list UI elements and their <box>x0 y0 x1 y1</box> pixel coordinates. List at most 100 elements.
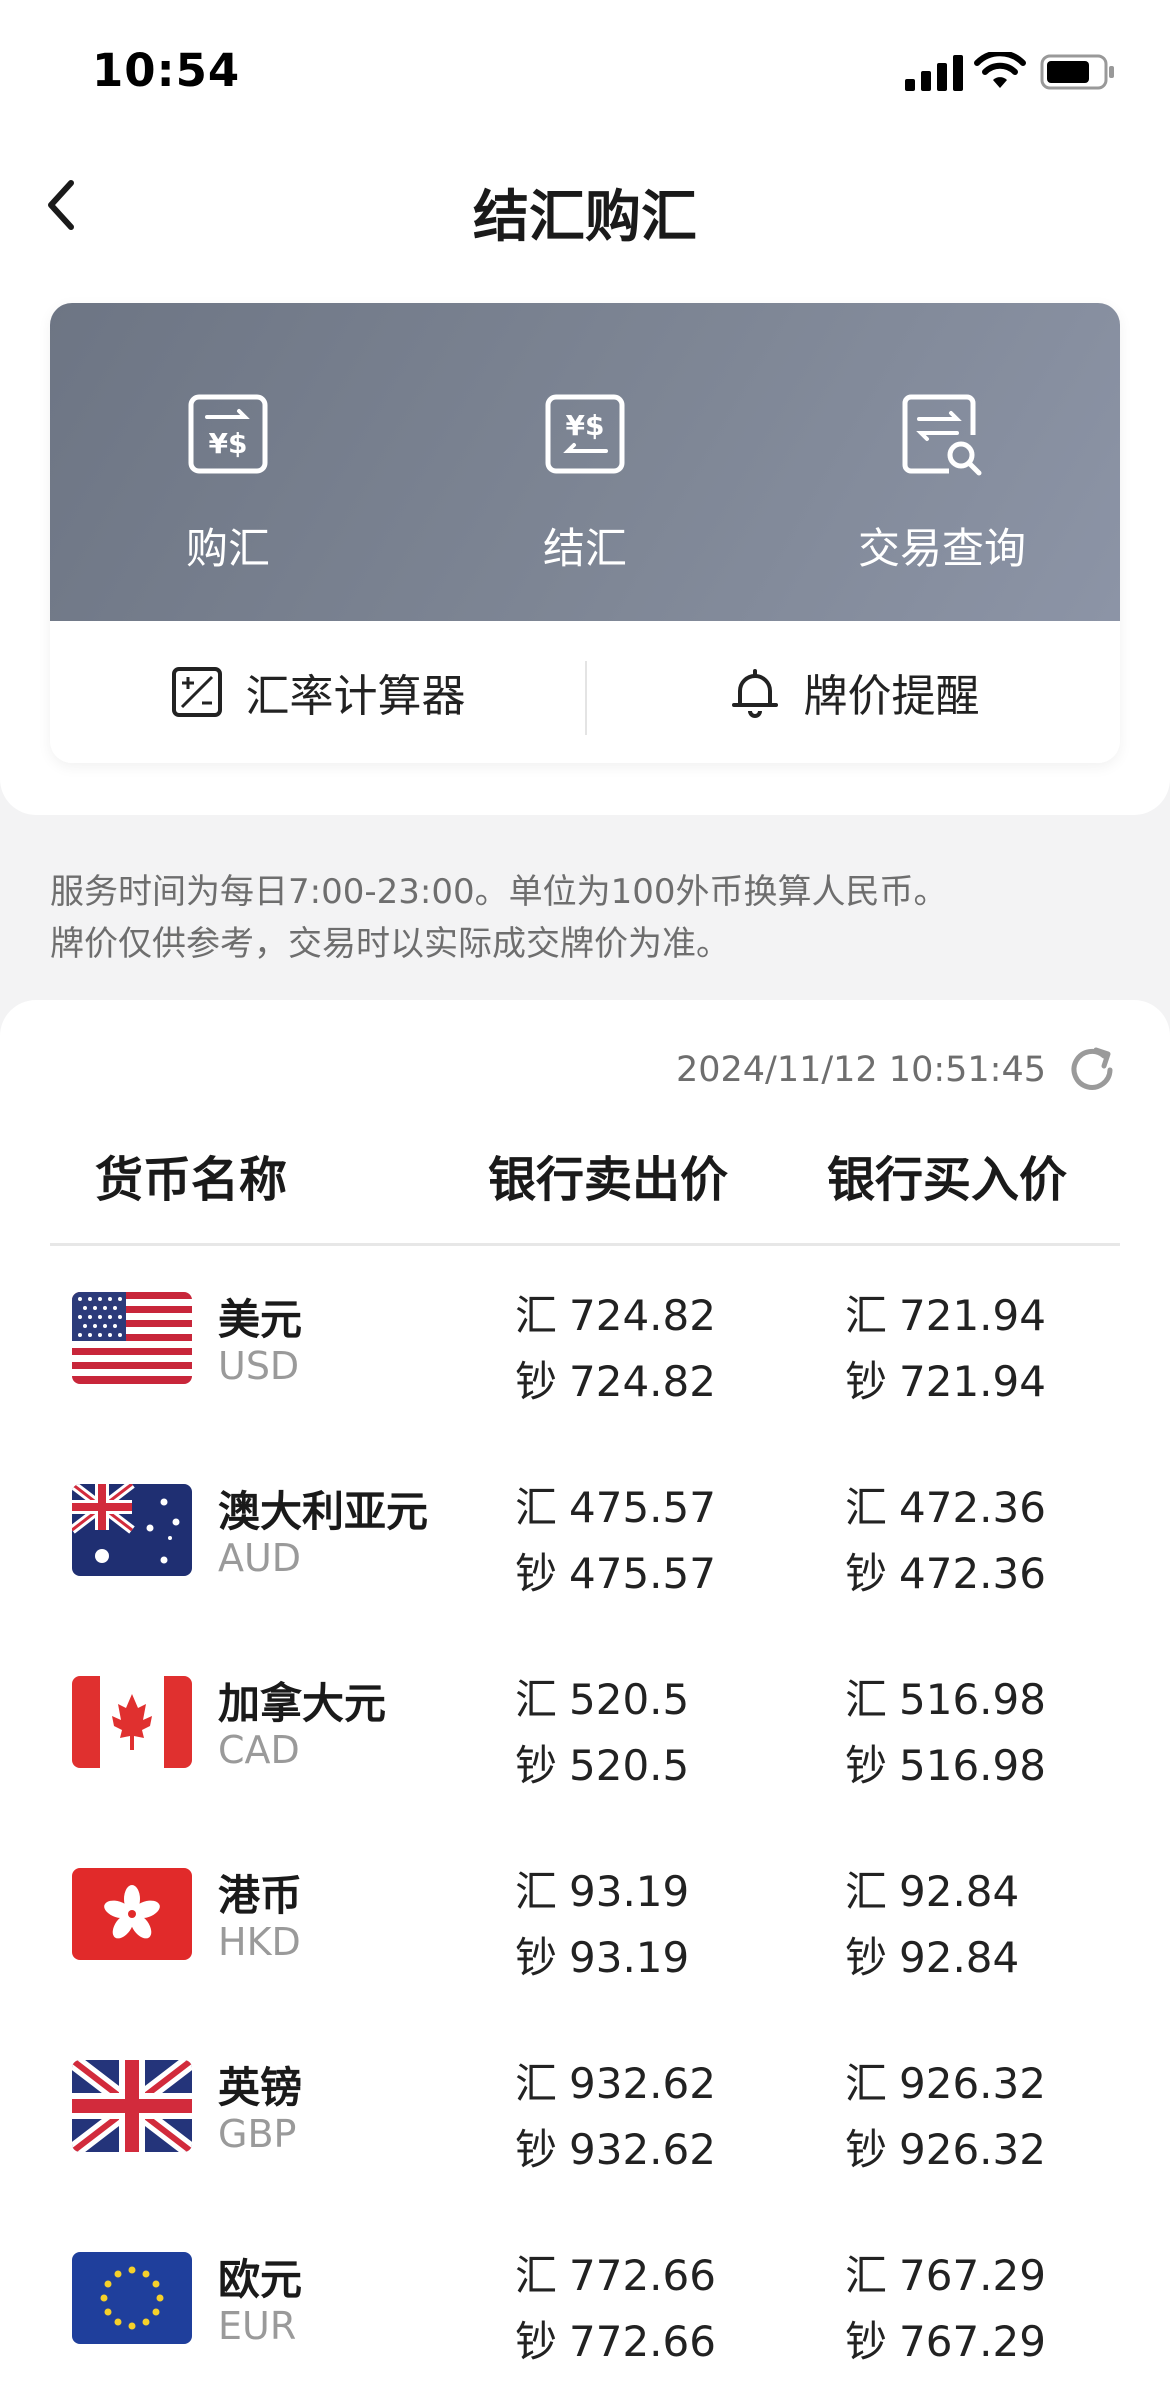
sell-remit-value: 93.19 <box>569 1867 690 1916</box>
currency-code: HKD <box>218 1920 301 1964</box>
rate-row-eur[interactable]: 欧元 EUR 汇 772.66 钞 772.66 汇 767.29 钞 767.29 <box>0 2206 1170 2387</box>
sell-cash-value: 475.57 <box>569 1549 716 1598</box>
rate-row-usd[interactable]: 美元 USD 汇 724.82 钞 724.82 汇 721.94 钞 721.94 <box>0 1246 1170 1438</box>
buy-cash-price: 钞 926.32 <box>845 2116 1046 2177</box>
gb-flag-icon <box>72 2060 192 2152</box>
buy-remit-value: 721.94 <box>899 1291 1046 1340</box>
sell-remit-value: 932.62 <box>569 2059 716 2108</box>
ca-flag-icon <box>72 1676 192 1768</box>
service-notice: 服务时间为每日7:00-23:00。单位为100外币换算人民币。 牌价仅供参考，… <box>50 866 1130 970</box>
sell-cash-price: 钞 520.5 <box>515 1732 689 1793</box>
notice-line-2: 牌价仅供参考，交易时以实际成交牌价为准。 <box>50 924 730 964</box>
cash-tag: 钞 <box>515 1549 558 1598</box>
sell-cash-price: 钞 475.57 <box>515 1540 716 1601</box>
cash-tag: 钞 <box>845 1357 888 1406</box>
rate-calculator-button[interactable]: 汇率计算器 <box>50 621 585 763</box>
buy-cash-price: 钞 92.84 <box>845 1924 1019 1985</box>
buy-remit-price: 汇 92.84 <box>845 1858 1019 1919</box>
status-bar: 10:54 <box>0 0 1170 140</box>
cash-tag: 钞 <box>845 2317 888 2366</box>
buy-remit-value: 472.36 <box>899 1483 1046 1532</box>
remit-tag: 汇 <box>515 1483 558 1532</box>
remit-tag: 汇 <box>515 2059 558 2108</box>
sell-cash-price: 钞 932.62 <box>515 2116 716 2177</box>
cash-tag: 钞 <box>515 2317 558 2366</box>
transaction-query-icon <box>902 394 982 476</box>
buy-remit-price: 汇 767.29 <box>845 2242 1046 2303</box>
buy-exchange-button[interactable]: ¥$ 购汇 <box>50 303 406 621</box>
buy-remit-price: 汇 926.32 <box>845 2050 1046 2111</box>
remit-tag: 汇 <box>515 1675 558 1724</box>
us-flag-icon <box>72 1292 192 1384</box>
sell-remit-price: 汇 724.82 <box>515 1282 716 1343</box>
au-flag-icon <box>72 1484 192 1576</box>
rate-row-hkd[interactable]: 港币 HKD 汇 93.19 钞 93.19 汇 92.84 钞 92.84 <box>0 1822 1170 2014</box>
status-time: 10:54 <box>92 44 241 97</box>
refresh-icon[interactable] <box>1064 1042 1120 1098</box>
battery-icon <box>1040 54 1114 90</box>
transaction-query-button[interactable]: 交易查询 <box>764 303 1120 621</box>
currency-code: CAD <box>218 1728 300 1772</box>
remit-tag: 汇 <box>845 2251 888 2300</box>
transaction-query-label: 交易查询 <box>857 524 1026 573</box>
sell-cash-value: 93.19 <box>569 1933 690 1982</box>
buy-exchange-icon: ¥$ <box>188 394 268 474</box>
rate-row-aud[interactable]: 澳大利亚元 AUD 汇 475.57 钞 475.57 汇 472.36 钞 472.3… <box>0 1438 1170 1630</box>
sell-remit-value: 724.82 <box>569 1291 716 1340</box>
header-buy: 银行买入价 <box>827 1152 1068 1208</box>
remit-tag: 汇 <box>515 1867 558 1916</box>
remit-tag: 汇 <box>845 1483 888 1532</box>
cash-tag: 钞 <box>515 1741 558 1790</box>
buy-remit-value: 92.84 <box>899 1867 1020 1916</box>
currency-name: 欧元 <box>218 2255 303 2304</box>
buy-remit-value: 767.29 <box>899 2251 1046 2300</box>
bell-icon <box>731 669 778 718</box>
settle-exchange-label: 结汇 <box>542 524 627 573</box>
remit-tag: 汇 <box>515 1291 558 1340</box>
sell-remit-price: 汇 772.66 <box>515 2242 716 2303</box>
sell-remit-price: 汇 93.19 <box>515 1858 689 1919</box>
sell-cash-value: 932.62 <box>569 2125 716 2174</box>
tool-row: 汇率计算器 牌价提醒 <box>50 621 1120 763</box>
buy-cash-price: 钞 472.36 <box>845 1540 1046 1601</box>
rate-row-cad[interactable]: 加拿大元 CAD 汇 520.5 钞 520.5 汇 516.98 钞 516.98 <box>0 1630 1170 1822</box>
sell-remit-price: 汇 475.57 <box>515 1474 716 1535</box>
currency-name: 英镑 <box>218 2063 303 2112</box>
header-currency: 货币名称 <box>95 1152 288 1208</box>
remit-tag: 汇 <box>845 2059 888 2108</box>
rate-row-gbp[interactable]: 英镑 GBP 汇 932.62 钞 932.62 汇 926.32 钞 926.32 <box>0 2014 1170 2206</box>
remit-tag: 汇 <box>515 2251 558 2300</box>
settle-exchange-button[interactable]: ¥$ 结汇 <box>407 303 763 621</box>
currency-name: 美元 <box>218 1295 303 1344</box>
cash-tag: 钞 <box>845 1933 888 1982</box>
signal-icon <box>905 55 963 91</box>
buy-remit-value: 926.32 <box>899 2059 1046 2108</box>
nav-bar: 结汇购汇 <box>0 150 1170 260</box>
buy-remit-price: 汇 721.94 <box>845 1282 1046 1343</box>
buy-remit-price: 汇 472.36 <box>845 1474 1046 1535</box>
buy-cash-value: 92.84 <box>899 1933 1020 1982</box>
sell-remit-price: 汇 932.62 <box>515 2050 716 2111</box>
svg-text:¥$: ¥$ <box>209 427 248 460</box>
cash-tag: 钞 <box>515 1933 558 1982</box>
page-title: 结汇购汇 <box>473 185 697 250</box>
remit-tag: 汇 <box>845 1675 888 1724</box>
price-alert-button[interactable]: 牌价提醒 <box>587 621 1120 763</box>
sell-cash-value: 772.66 <box>569 2317 716 2366</box>
buy-remit-price: 汇 516.98 <box>845 1666 1046 1727</box>
sell-cash-value: 724.82 <box>569 1357 716 1406</box>
sell-remit-value: 772.66 <box>569 2251 716 2300</box>
rate-calculator-label: 汇率计算器 <box>245 671 466 722</box>
wifi-icon <box>974 52 1026 88</box>
buy-cash-price: 钞 516.98 <box>845 1732 1046 1793</box>
cash-tag: 钞 <box>515 1357 558 1406</box>
cash-tag: 钞 <box>845 1549 888 1598</box>
buy-cash-price: 钞 767.29 <box>845 2308 1046 2369</box>
svg-text:¥$: ¥$ <box>566 409 605 442</box>
cash-tag: 钞 <box>845 1741 888 1790</box>
notice-line-1: 服务时间为每日7:00-23:00。单位为100外币换算人民币。 <box>50 872 948 912</box>
rates-card: 2024/11/12 10:51:45 货币名称 银行卖出价 银行买入价 美元 … <box>0 1000 1170 2387</box>
currency-code: AUD <box>218 1536 302 1580</box>
header-sell: 银行卖出价 <box>488 1152 729 1208</box>
sell-cash-price: 钞 724.82 <box>515 1348 716 1409</box>
